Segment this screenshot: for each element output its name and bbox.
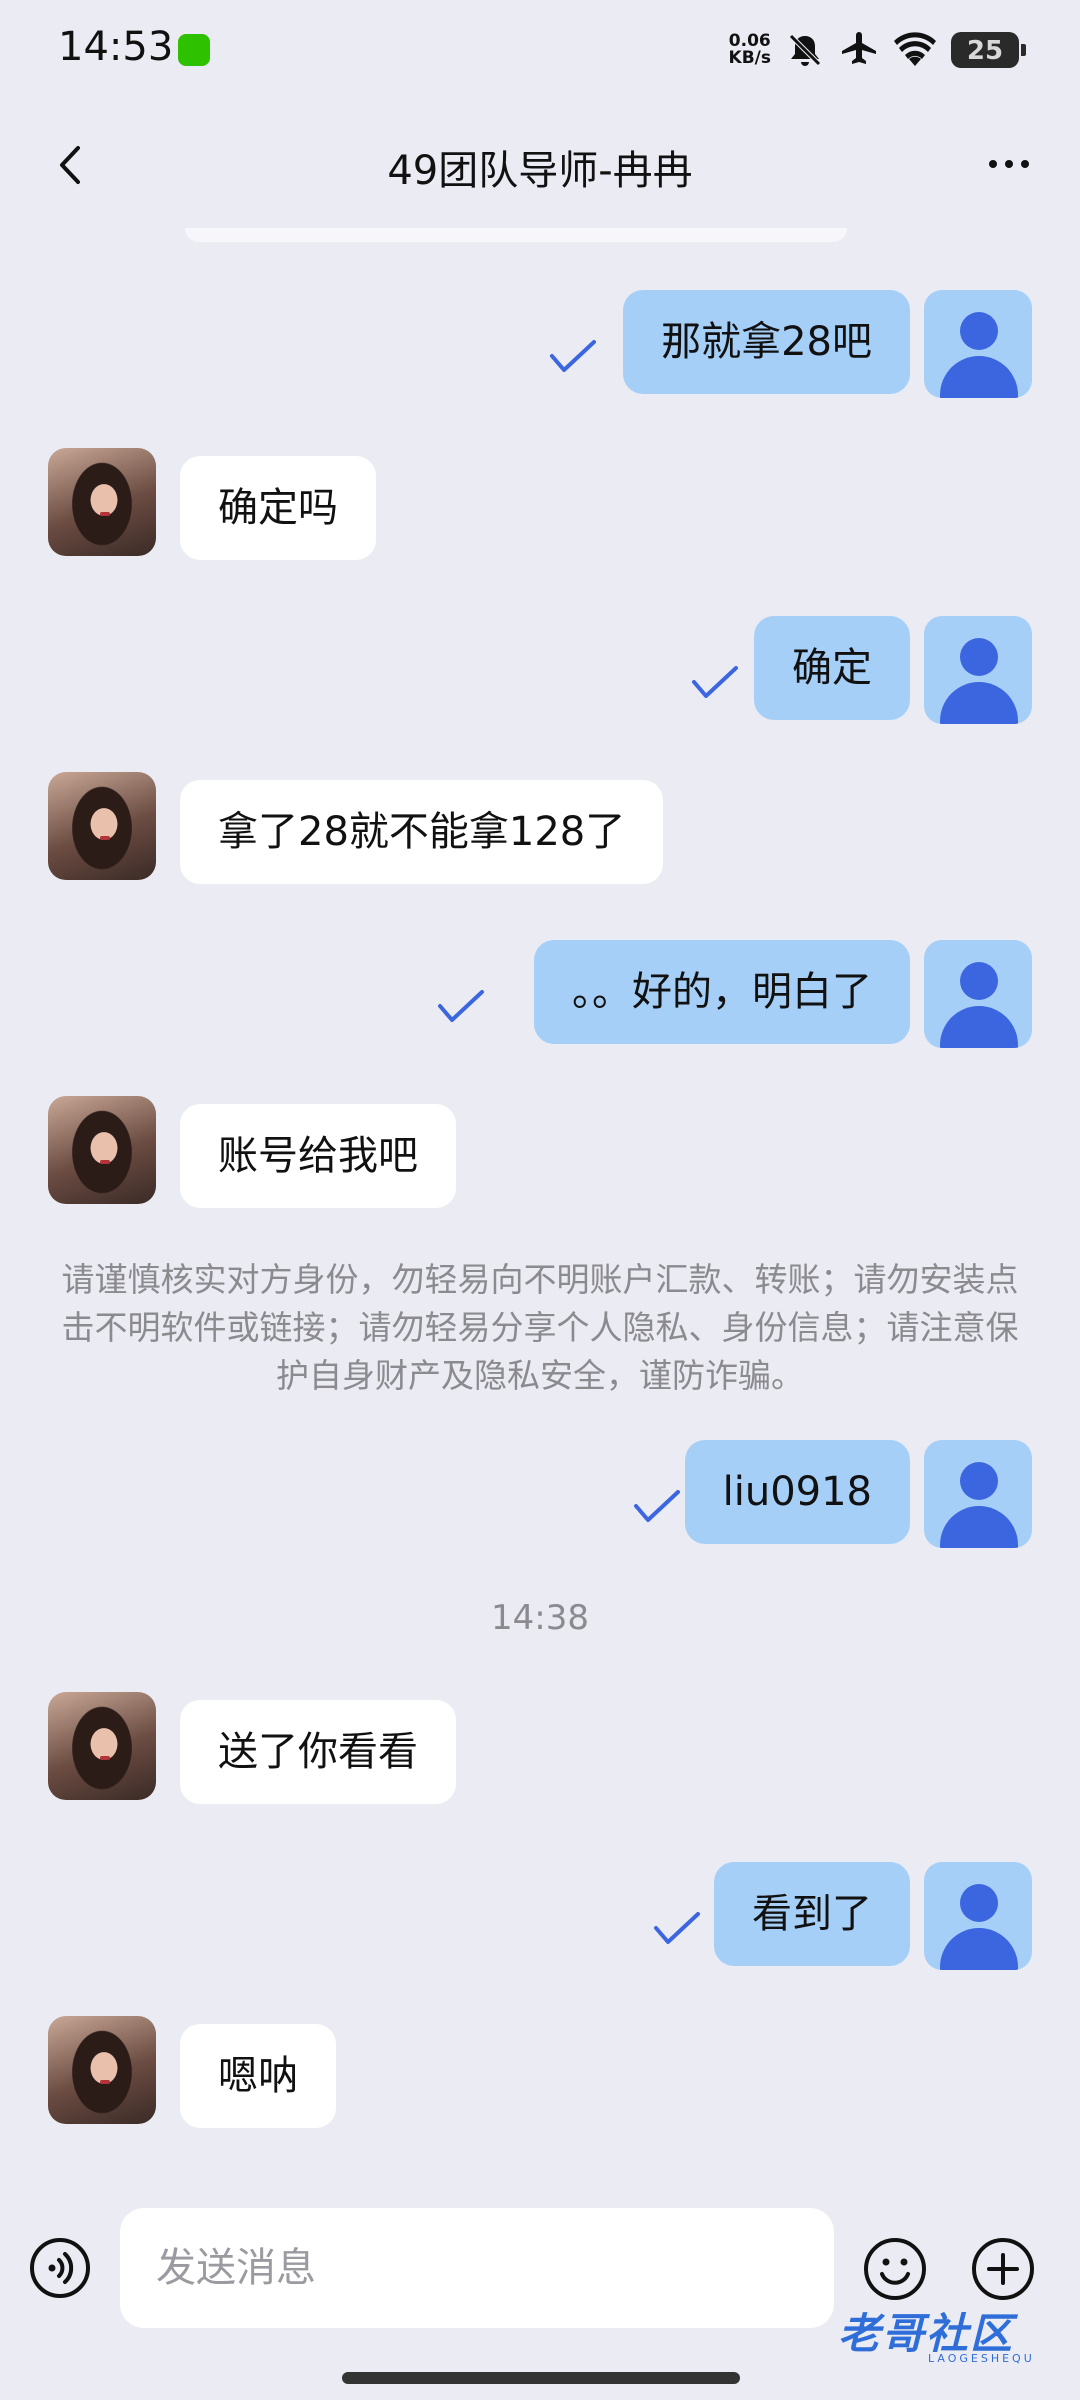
message-row-outgoing: 确定 [0, 616, 1080, 726]
mute-icon [789, 34, 821, 66]
message-row-outgoing: 看到了 [0, 1862, 1080, 1972]
network-speed: 0.06 KB/s [728, 31, 771, 68]
message-row-incoming: 账号给我吧 [0, 1096, 1080, 1208]
wechat-notification-icon [178, 34, 210, 66]
check-icon [654, 1912, 700, 1944]
plus-circle-icon[interactable] [970, 2236, 1036, 2302]
watermark-subtext: LAOGESHEQU [928, 2352, 1035, 2365]
message-bubble-outgoing[interactable]: 。。好的，明白了 [534, 940, 910, 1044]
check-icon [550, 340, 596, 372]
message-bubble-outgoing[interactable]: 看到了 [714, 1862, 910, 1966]
my-avatar[interactable] [924, 1862, 1032, 1970]
status-bar: 14:53 0.06 KB/s 25 [0, 0, 1080, 100]
status-icons: 0.06 KB/s 25 [729, 28, 1026, 72]
chat-header: 49团队导师-冉冉 [0, 110, 1080, 220]
my-avatar[interactable] [924, 616, 1032, 724]
message-bubble-outgoing[interactable]: 那就拿28吧 [623, 290, 910, 394]
check-icon [634, 1490, 680, 1522]
message-bubble-outgoing[interactable]: 确定 [754, 616, 910, 720]
contact-avatar[interactable] [48, 448, 156, 556]
message-input[interactable] [120, 2208, 834, 2328]
my-avatar[interactable] [924, 290, 1032, 398]
message-timestamp: 14:38 [491, 1598, 589, 1638]
voice-icon[interactable] [28, 2236, 92, 2300]
my-avatar[interactable] [924, 940, 1032, 1048]
home-indicator[interactable] [342, 2372, 740, 2384]
emoji-icon[interactable] [862, 2236, 928, 2302]
wifi-icon [894, 32, 936, 66]
airplane-mode-icon [842, 32, 876, 64]
message-bubble-incoming[interactable]: 确定吗 [180, 456, 376, 560]
message-row-incoming: 送了你看看 [0, 1692, 1080, 1804]
message-row-outgoing: liu0918 [0, 1440, 1080, 1550]
check-icon [438, 990, 484, 1022]
contact-avatar[interactable] [48, 2016, 156, 2124]
message-row-incoming: 嗯呐 [0, 2016, 1080, 2128]
message-row-incoming: 拿了28就不能拿128了 [0, 772, 1080, 884]
message-row-outgoing: 那就拿28吧 [0, 290, 1080, 400]
contact-avatar[interactable] [48, 1692, 156, 1800]
chat-title: 49团队导师-冉冉 [387, 148, 693, 194]
status-time: 14:53 [58, 24, 174, 70]
contact-avatar[interactable] [48, 772, 156, 880]
message-bubble-outgoing[interactable]: liu0918 [684, 1440, 910, 1544]
battery-level: 25 [966, 36, 1004, 66]
message-bubble-incoming[interactable]: 嗯呐 [180, 2024, 336, 2128]
check-icon [692, 666, 738, 698]
message-bubble-incoming[interactable]: 送了你看看 [180, 1700, 456, 1804]
battery-cap [1021, 44, 1026, 56]
message-row-incoming: 确定吗 [0, 448, 1080, 560]
my-avatar[interactable] [924, 1440, 1032, 1548]
more-horizontal-icon[interactable] [984, 144, 1034, 184]
message-bubble-incoming[interactable]: 账号给我吧 [180, 1104, 456, 1208]
contact-avatar[interactable] [48, 1096, 156, 1204]
message-row-outgoing: 。。好的，明白了 [0, 940, 1080, 1050]
message-bubble-incoming[interactable]: 拿了28就不能拿128了 [180, 780, 664, 884]
safety-notice: 请谨慎核实对方身份，勿轻易向不明账户汇款、转账；请勿安装点击不明软件或链接；请勿… [61, 1260, 1019, 1395]
battery-indicator: 25 [951, 32, 1019, 68]
previous-message-edge [185, 228, 847, 242]
